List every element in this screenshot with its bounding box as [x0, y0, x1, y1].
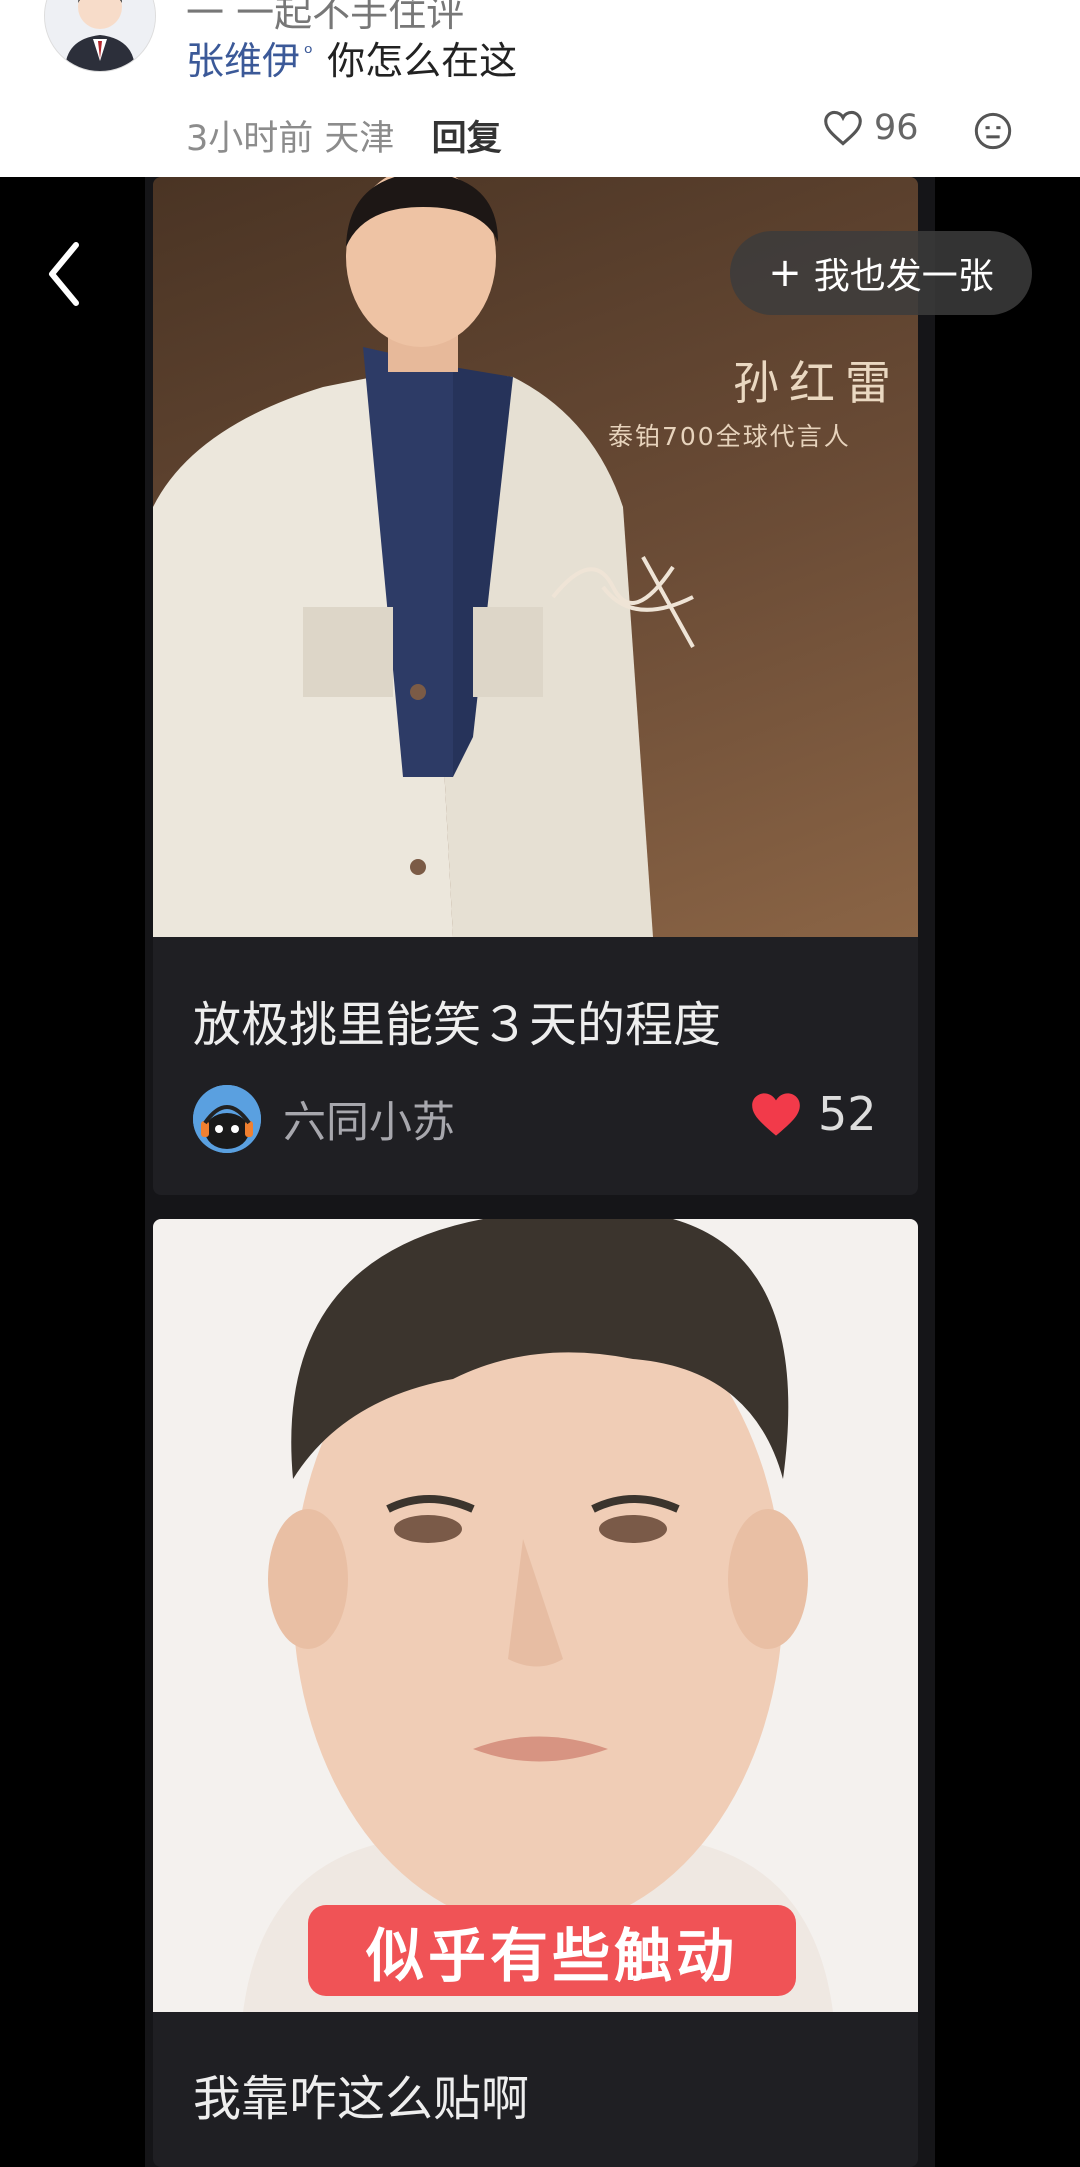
overlay-name: 孙红雷	[733, 356, 901, 410]
post-photo[interactable]: 似乎有些触动	[153, 1219, 918, 2012]
post-card[interactable]: 似乎有些触动 我靠咋这么贴啊	[153, 1219, 918, 2167]
comment-location: 天津	[324, 119, 395, 159]
post-like-count: 52	[818, 1087, 877, 1141]
back-arrow-icon[interactable]	[44, 239, 84, 309]
overlay-subtitle: 泰铂700全球代言人	[608, 422, 851, 451]
comment-avatar[interactable]	[44, 0, 156, 72]
feed-column: 孙红雷 泰铂700全球代言人 放极挑里能笑３天的程度 六同小苏 52 似乎有些触…	[145, 177, 935, 2167]
comment-time: 3小时前	[186, 119, 314, 159]
comment-text: 你怎么在这	[327, 39, 518, 83]
comment-like-button[interactable]: 96	[822, 108, 919, 148]
heart-outline-icon	[824, 110, 862, 146]
image-viewer: 孙红雷 泰铂700全球代言人 放极挑里能笑３天的程度 六同小苏 52 似乎有些触…	[0, 177, 1080, 2167]
reply-button[interactable]: 回复	[432, 119, 502, 159]
badge-icon: ᵒ	[304, 41, 314, 67]
comment-meta: 3小时前 天津 回复	[186, 110, 502, 161]
post-caption[interactable]: 我靠咋这么贴啊	[193, 2059, 529, 2129]
post-also-button[interactable]: + 我也发一张	[730, 231, 1032, 315]
emoji-reaction-icon[interactable]	[973, 111, 1013, 151]
heart-filled-icon	[752, 1093, 800, 1136]
caption-sticker: 似乎有些触动	[308, 1905, 796, 1996]
post-author[interactable]: 六同小苏	[193, 1085, 455, 1153]
post-also-label: 我也发一张	[813, 256, 994, 297]
comment-line: 张维伊 ᵒ 你怎么在这	[186, 30, 517, 85]
comment-like-count: 96	[874, 108, 919, 148]
plus-icon: +	[768, 250, 802, 296]
author-avatar[interactable]	[193, 1085, 261, 1153]
post-like-button[interactable]: 52	[750, 1087, 877, 1141]
comment-username[interactable]: 张维伊	[186, 39, 300, 83]
post-caption[interactable]: 放极挑里能笑３天的程度	[193, 985, 721, 1055]
comment-item: 一 一起不手住评 张维伊 ᵒ 你怎么在这 3小时前 天津 回复 96	[0, 0, 1080, 177]
author-name: 六同小苏	[283, 1098, 455, 1148]
post-card[interactable]: 孙红雷 泰铂700全球代言人 放极挑里能笑３天的程度 六同小苏 52	[153, 177, 918, 1195]
